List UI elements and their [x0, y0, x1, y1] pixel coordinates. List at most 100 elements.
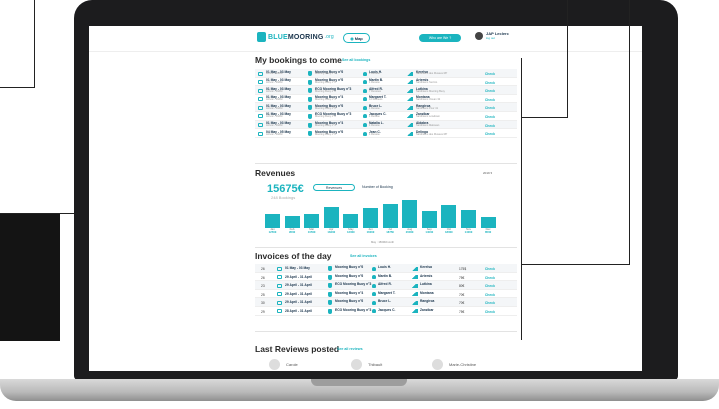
review-card[interactable]: Marie-Christine — [432, 359, 476, 370]
chart-bar[interactable] — [461, 209, 476, 228]
revenues-toggle[interactable]: Revenues — [313, 184, 355, 191]
laptop-base — [0, 375, 719, 409]
chart-bar[interactable] — [304, 214, 320, 228]
check-link[interactable]: Check — [485, 267, 495, 271]
calendar-icon — [258, 105, 263, 111]
check-link[interactable]: Check — [485, 106, 495, 110]
logo-mooring: MOORING — [287, 33, 324, 41]
booking-port: Kerelsa Sardiniens des Musees RP — [416, 69, 448, 76]
review-card[interactable]: Thibault — [351, 359, 382, 370]
stage: BLUE MOORING .org ◉ Map Who are We ? JAP … — [0, 0, 719, 409]
invoice-port: Lutkina — [420, 282, 432, 287]
buoy-icon — [308, 122, 312, 129]
check-link[interactable]: Check — [485, 98, 495, 102]
check-link[interactable]: Check — [485, 293, 495, 297]
table-row: 01 May - 03 May Arrival - 10AM Mooring Buo… — [255, 69, 517, 78]
bookings-toggle[interactable]: Number of Booking — [362, 185, 393, 189]
frame-line — [0, 87, 35, 88]
annotation-line — [521, 264, 630, 265]
port-icon — [407, 71, 413, 77]
table-row: 01 May - 03 May Arrival - 10AM Mooring Buo… — [255, 95, 517, 104]
table-row: 01 May - 03 May Arrival - 10AM ECO Mooring… — [255, 112, 517, 121]
check-link[interactable]: Check — [485, 115, 495, 119]
who-are-we-button[interactable]: Who are We ? — [419, 34, 461, 42]
chart-bar[interactable] — [441, 205, 457, 228]
logo[interactable]: BLUE MOORING .org — [257, 32, 334, 42]
see-all-bookings-link[interactable]: See all bookings — [342, 58, 370, 62]
user-icon — [363, 97, 367, 102]
user-icon — [363, 71, 367, 77]
annotation-line — [629, 0, 630, 265]
check-link[interactable]: Check — [485, 310, 495, 314]
check-link[interactable]: Check — [485, 276, 495, 280]
invoice-boat: Mooring Buoy n°6 — [335, 299, 364, 304]
booking-boat: Mooring Buoy n°6 Mooring Buoy n°6 — [315, 103, 344, 110]
booking-dates: 01 May - 03 May Arrival - 10AM — [266, 95, 291, 102]
month-value: 1400€ — [464, 230, 473, 234]
divider — [255, 331, 517, 332]
year-value: 2019 — [483, 171, 490, 175]
invoice-day: 30 — [261, 301, 265, 306]
check-link[interactable]: Check — [485, 284, 495, 288]
invoice-boat: Mooring Buoy n°6 — [335, 273, 364, 278]
table-row: 01 May - 03 May Arrival - 10AM Mooring Buo… — [255, 103, 517, 112]
annotation-line — [567, 0, 568, 118]
user-menu[interactable]: JAP Leclerc log out — [475, 32, 509, 40]
revenue-total: 15675€ — [267, 183, 304, 195]
check-link[interactable]: Check — [485, 89, 495, 93]
month-value: 1840€ — [327, 230, 336, 234]
chart-bar[interactable] — [343, 213, 359, 228]
check-link[interactable]: Check — [485, 132, 495, 136]
month-value: 1200€ — [347, 230, 355, 234]
port-icon — [407, 131, 413, 137]
invoice-person: Jacques C. — [378, 307, 396, 312]
calendar-icon — [258, 88, 263, 94]
chart-bar[interactable] — [265, 213, 280, 228]
month-value: 1400€ — [425, 230, 434, 234]
table-row: 25 29 April - 31 April Mooring Buoy n°4 Mar… — [255, 290, 517, 299]
chart-bar[interactable] — [382, 204, 398, 228]
booking-port: Delinga Sardiniens des Musees RP — [416, 129, 448, 136]
booking-person: Jean C. 1 Review — [369, 129, 381, 136]
see-all-reviews-link[interactable]: See all reviews — [337, 347, 363, 351]
check-link[interactable]: Check — [485, 72, 495, 76]
month-caption: May : 1500€/month — [371, 241, 395, 244]
buoy-icon — [308, 71, 312, 77]
booking-dates: 01 May - 03 May Arrival - 10AM — [266, 86, 291, 93]
map-button[interactable]: ◉ Map — [343, 33, 370, 43]
bookings-title: My bookings to come — [255, 55, 342, 65]
month-tick-label: Sep 1400€ — [422, 228, 437, 234]
invoice-price: 75€ — [459, 309, 465, 314]
invoice-day: 25 — [261, 292, 265, 297]
laptop-notch — [311, 379, 407, 386]
check-link[interactable]: Check — [485, 81, 495, 85]
month-tick-label: Jan 1250€ — [265, 228, 280, 234]
port-icon — [412, 275, 418, 280]
review-card[interactable]: Carole — [269, 359, 298, 370]
user-icon — [372, 275, 376, 280]
reviews-title: Last Reviews posted — [255, 344, 340, 354]
month-value: 1875€ — [386, 230, 394, 234]
table-row: 01 May - 03 May Arrival - 10AM Mooring Buo… — [255, 120, 517, 130]
see-all-invoices-link[interactable]: See all invoices — [350, 254, 377, 258]
logout-link[interactable]: log out — [486, 36, 509, 40]
month-tick-label: Nov 1400€ — [461, 228, 476, 234]
buoy-icon — [328, 283, 332, 289]
calendar-icon — [277, 275, 282, 280]
check-link[interactable]: Check — [485, 124, 495, 128]
chart-bar[interactable] — [323, 206, 339, 228]
invoice-dates: 29 April - 31 April — [285, 291, 312, 296]
month-tick-label: Jul 1875€ — [383, 228, 398, 234]
invoice-boat: ECO Mooring Buoy n°3 — [335, 282, 372, 287]
port-icon — [412, 292, 418, 297]
invoice-price: 80€ — [459, 284, 465, 289]
invoice-person: Martin B. — [378, 273, 393, 278]
chart-bar[interactable] — [402, 199, 418, 228]
chart-bar[interactable] — [363, 208, 378, 228]
chart-bar[interactable] — [421, 210, 437, 228]
invoice-port: Artemis — [420, 273, 433, 278]
month-tick-label: Apr 1840€ — [324, 228, 339, 234]
table-row: 23 29 April - 31 April ECO Mooring Buoy n°… — [255, 281, 517, 290]
check-link[interactable]: Check — [485, 301, 495, 305]
year-select[interactable]: 2019 ▾ — [483, 171, 492, 175]
